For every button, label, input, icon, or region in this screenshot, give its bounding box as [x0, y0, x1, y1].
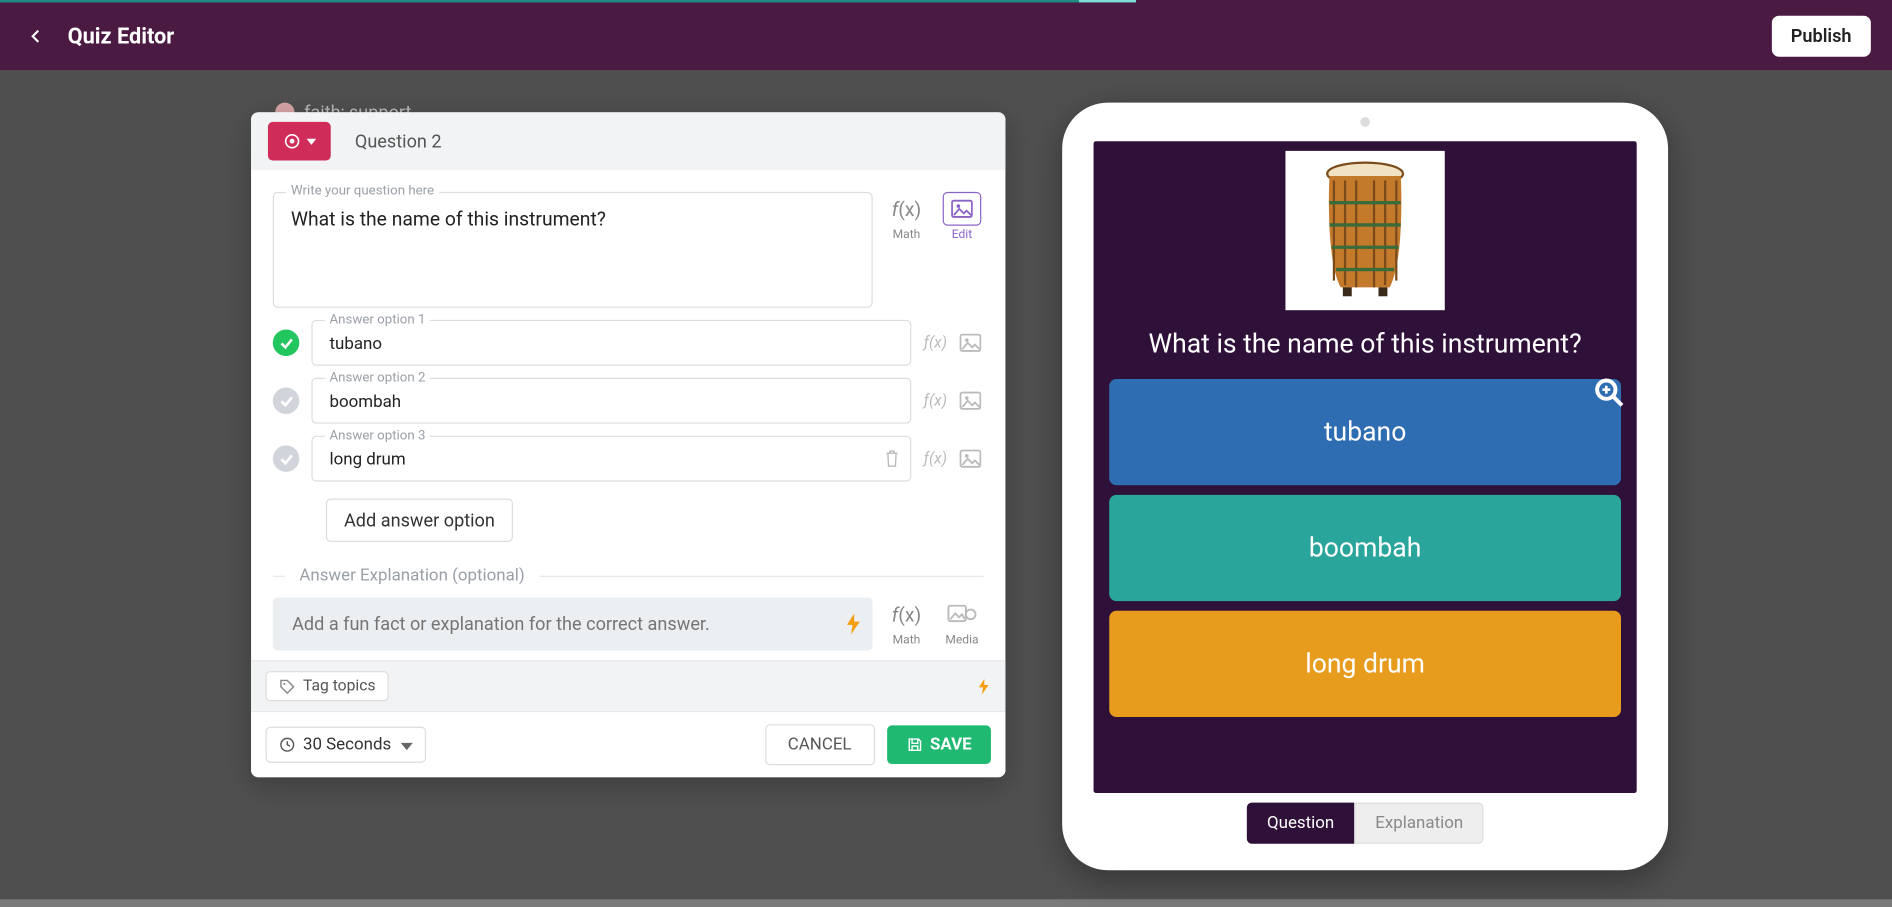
- question-number: Question 2: [355, 130, 442, 152]
- question-editor-card: Question 2 Write your question here f(x)…: [251, 112, 1005, 777]
- question-text-field[interactable]: Write your question here: [273, 192, 873, 308]
- option-math-button[interactable]: ƒ(x): [923, 450, 947, 468]
- add-answer-option-button[interactable]: Add answer option: [326, 498, 513, 541]
- preview-answer: boombah: [1109, 495, 1621, 601]
- time-limit-selector[interactable]: 30 Seconds: [266, 727, 427, 763]
- clock-icon: [279, 736, 296, 753]
- preview-question-text: What is the name of this instrument?: [1149, 330, 1582, 360]
- target-icon: [282, 132, 301, 151]
- save-icon: [906, 736, 923, 753]
- answer-option-input[interactable]: [327, 449, 874, 471]
- page-title: Quiz Editor: [68, 24, 175, 49]
- save-button[interactable]: SAVE: [887, 725, 991, 764]
- function-icon: f(x): [887, 597, 926, 631]
- explanation-input[interactable]: [290, 612, 825, 636]
- tag-topics-bar: Tag topics: [251, 660, 1005, 711]
- option-math-button[interactable]: ƒ(x): [923, 392, 947, 410]
- explanation-divider: Answer Explanation (optional): [273, 566, 984, 585]
- question-type-selector[interactable]: [268, 122, 331, 161]
- image-icon: [943, 192, 982, 226]
- image-icon: [960, 333, 982, 352]
- explanation-media-button[interactable]: Media: [940, 597, 983, 646]
- answer-option-input[interactable]: [327, 333, 874, 355]
- chevron-left-icon: [28, 28, 45, 45]
- image-icon: [960, 391, 982, 410]
- function-icon: f(x): [887, 192, 926, 226]
- option-image-button[interactable]: [960, 333, 984, 352]
- ai-tag-button[interactable]: [976, 677, 990, 696]
- mark-correct-toggle[interactable]: [273, 445, 300, 472]
- explanation-field[interactable]: [273, 597, 873, 650]
- preview-device: What is the name of this instrument? tub…: [1062, 103, 1668, 871]
- edit-media-button[interactable]: Edit: [940, 192, 983, 241]
- answer-option-row: Answer option 1 ƒ(x): [273, 320, 984, 366]
- tag-icon: [279, 678, 296, 695]
- back-button[interactable]: [22, 22, 51, 51]
- preview-answer: long drum: [1109, 611, 1621, 717]
- question-text-input[interactable]: [288, 205, 856, 289]
- answer-option-row: Answer option 3 ƒ(x): [273, 436, 984, 482]
- zoom-in-icon: [1593, 377, 1624, 408]
- mark-correct-toggle[interactable]: [273, 330, 300, 357]
- answer-option-field[interactable]: Answer option 2: [311, 378, 911, 424]
- editor-footer: 30 Seconds CANCEL SAVE: [251, 711, 1005, 777]
- publish-button[interactable]: Publish: [1771, 16, 1870, 57]
- option-math-button[interactable]: ƒ(x): [923, 334, 947, 352]
- check-icon: [278, 451, 294, 467]
- answer-option-input[interactable]: [327, 391, 874, 413]
- bolt-icon: [844, 612, 863, 636]
- preview-tabs: Question Explanation: [1094, 803, 1637, 844]
- delete-option-button[interactable]: [884, 449, 901, 468]
- tab-explanation[interactable]: Explanation: [1355, 803, 1484, 844]
- math-editor-button[interactable]: f(x) Math: [885, 192, 928, 241]
- check-icon: [278, 335, 294, 351]
- image-icon: [960, 449, 982, 468]
- preview-answer: tubano: [1109, 379, 1621, 485]
- check-icon: [278, 393, 294, 409]
- media-icon: [943, 597, 982, 631]
- ai-suggest-button[interactable]: [844, 612, 863, 636]
- zoom-image-button[interactable]: [1593, 377, 1624, 408]
- question-field-legend: Write your question here: [286, 182, 439, 198]
- answer-option-field[interactable]: Answer option 1: [311, 320, 911, 366]
- option-image-button[interactable]: [960, 391, 984, 410]
- bolt-icon: [976, 677, 990, 696]
- tag-topics-button[interactable]: Tag topics: [266, 671, 389, 701]
- chevron-down-icon: [307, 138, 317, 144]
- top-bar: Quiz Editor Publish: [0, 0, 1892, 70]
- drum-icon: [1305, 158, 1426, 303]
- question-image: [1285, 151, 1444, 310]
- answer-option-row: Answer option 2 ƒ(x): [273, 378, 984, 424]
- device-camera-dot: [1360, 117, 1370, 127]
- mark-correct-toggle[interactable]: [273, 387, 300, 414]
- preview-screen: What is the name of this instrument? tub…: [1094, 141, 1637, 793]
- modal-backdrop: faith; support Question 2 Write your que…: [0, 70, 1892, 899]
- option-image-button[interactable]: [960, 449, 984, 468]
- preview-answers: tubano boombah long drum: [1109, 379, 1621, 717]
- explanation-math-button[interactable]: f(x) Math: [885, 597, 928, 646]
- tab-question[interactable]: Question: [1246, 803, 1354, 844]
- cancel-button[interactable]: CANCEL: [765, 724, 875, 765]
- answer-option-field[interactable]: Answer option 3: [311, 436, 911, 482]
- trash-icon: [884, 449, 901, 468]
- editor-header: Question 2: [251, 112, 1005, 170]
